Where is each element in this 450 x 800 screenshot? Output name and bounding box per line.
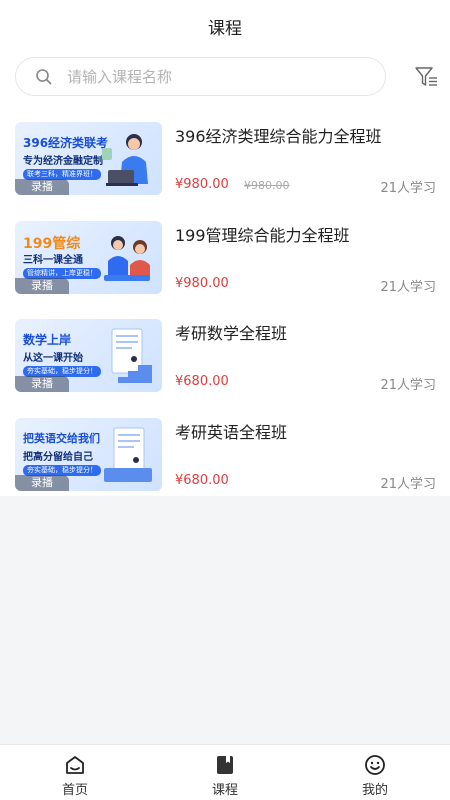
learner-count: 21人学习 <box>380 476 436 492</box>
course-price: ¥680.00 <box>175 472 229 488</box>
illustration-book-stairs <box>102 328 152 383</box>
course-item[interactable]: 数学上岸 从这一课开始 夯实基础，稳步提分！ 录播 考研数学全程班 ¥680.0… <box>0 310 450 409</box>
course-price: ¥680.00 <box>175 374 229 389</box>
tab-home[interactable]: 首页 <box>0 745 150 800</box>
search-box[interactable] <box>15 57 386 96</box>
bottom-tab-bar: 首页 课程 我的 <box>0 744 450 800</box>
tab-mine[interactable]: 我的 <box>300 745 450 800</box>
thumb-headline: 199管综 <box>23 235 81 252</box>
course-item[interactable]: 396经济类联考 专为经济金融定制 联考三科，精准界班！ 录播 396经济类理综… <box>0 113 450 212</box>
filter-button[interactable] <box>412 63 442 91</box>
thumb-headline: 数学上岸 <box>23 333 72 347</box>
thumb-subline: 专为经济金融定制 <box>23 156 103 167</box>
course-title: 考研英语全程班 <box>175 422 288 442</box>
thumb-subline: 从这一课开始 <box>23 353 83 364</box>
course-title: 考研数学全程班 <box>175 324 288 343</box>
thumb-headline: 396经济类联考 <box>23 136 109 150</box>
course-original-price: ¥980.00 <box>244 179 290 192</box>
page-title: 课程 <box>208 18 242 39</box>
course-item[interactable]: 把英语交给我们 把高分留给自己 夯实基础，稳步提分！ 录播 考研英语全程班 ¥6… <box>0 409 450 508</box>
illustration-person-laptop <box>102 134 148 186</box>
recorded-tag: 录播 <box>15 474 69 491</box>
tab-courses[interactable]: 课程 <box>150 745 300 800</box>
smile-profile-icon <box>365 755 385 775</box>
thumb-pill: 管综精讲，上岸更稳！ <box>23 267 101 279</box>
filter-icon <box>415 67 437 86</box>
course-price: ¥980.00 <box>175 275 229 291</box>
thumb-pill: 夯实基础，稳步提分！ <box>23 464 101 476</box>
learner-count: 21人学习 <box>380 378 436 393</box>
course-title: 199管理综合能力全程班 <box>175 225 350 245</box>
content-area: 课程 396经济类联考 专为经济金融定制 联考三科，精准界班！ <box>0 0 450 496</box>
course-thumbnail: 199管综 三科一课全通 管综精讲，上岸更稳！ 录播 <box>15 220 162 294</box>
course-item[interactable]: 199管综 三科一课全通 管综精讲，上岸更稳！ 录播 199管理综合能力全程班 … <box>0 212 450 311</box>
recorded-tag: 录播 <box>15 376 69 392</box>
illustration-open-book <box>104 427 152 482</box>
thumb-subline: 把高分留给自己 <box>23 451 93 463</box>
thumb-headline: 把英语交给我们 <box>23 431 100 445</box>
course-thumbnail: 数学上岸 从这一课开始 夯实基础，稳步提分！ 录播 <box>15 319 162 392</box>
course-thumbnail: 396经济类联考 专为经济金融定制 联考三科，精准界班！ 录播 <box>15 122 162 195</box>
thumb-subline: 三科一课全通 <box>23 254 83 266</box>
home-icon <box>66 756 84 774</box>
recorded-tag: 录播 <box>15 179 69 195</box>
tab-label: 首页 <box>61 783 88 798</box>
course-book-icon <box>217 756 233 774</box>
course-title: 396经济类理综合能力全程班 <box>175 127 382 146</box>
search-input[interactable] <box>67 61 357 92</box>
illustration-two-students <box>104 235 150 281</box>
learner-count: 21人学习 <box>380 279 436 295</box>
course-price: ¥980.00 <box>175 177 229 192</box>
course-list: 396经济类联考 专为经济金融定制 联考三科，精准界班！ 录播 396经济类理综… <box>0 113 450 507</box>
tab-label: 我的 <box>361 783 388 798</box>
recorded-tag: 录播 <box>15 277 69 294</box>
tab-label: 课程 <box>211 783 238 798</box>
learner-count: 21人学习 <box>380 181 436 196</box>
course-thumbnail: 把英语交给我们 把高分留给自己 夯实基础，稳步提分！ 录播 <box>15 417 162 491</box>
search-icon <box>35 68 53 86</box>
